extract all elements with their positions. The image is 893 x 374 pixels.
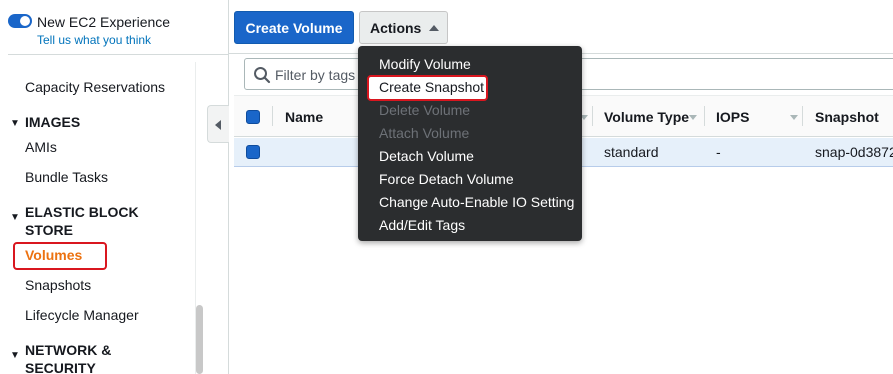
new-experience-toggle-wrap <box>8 12 32 28</box>
sidebar-scrollbar-thumb[interactable] <box>196 305 203 374</box>
ebs-heading-line1: ELASTIC BLOCK <box>25 204 139 220</box>
sidebar-section-label: IMAGES <box>25 114 81 130</box>
sidebar-item-snapshots[interactable]: Snapshots <box>25 277 91 293</box>
network-heading-line2: SECURITY <box>25 360 96 374</box>
sort-icon[interactable] <box>790 115 798 120</box>
column-header-volume-type[interactable]: Volume Type <box>604 109 689 125</box>
column-separator <box>704 106 705 126</box>
menu-item-add-edit-tags[interactable]: Add/Edit Tags <box>379 217 465 233</box>
caret-up-icon <box>429 24 440 31</box>
menu-item-create-snapshot[interactable]: Create Snapshot <box>379 79 484 95</box>
expand-triangle-icon: ▼ <box>10 350 20 361</box>
actions-label: Actions <box>370 19 422 36</box>
menu-item-attach-volume: Attach Volume <box>379 125 470 141</box>
filter-placeholder: Filter by tags a <box>275 67 367 83</box>
feedback-link[interactable]: Tell us what you think <box>37 33 151 47</box>
ebs-heading-line2: STORE <box>25 222 73 238</box>
actions-button[interactable]: Actions <box>359 11 448 44</box>
cell-volume-type: standard <box>604 144 659 160</box>
new-experience-label: New EC2 Experience <box>37 14 171 30</box>
sidebar-section-ebs[interactable]: ▼ ELASTIC BLOCK STORE <box>10 203 139 239</box>
column-header-snapshot[interactable]: Snapshot <box>815 109 879 125</box>
menu-item-delete-volume: Delete Volume <box>379 102 471 118</box>
sidebar-item-amis[interactable]: AMIs <box>25 139 57 155</box>
cell-snapshot: snap-0d38721 <box>815 144 893 160</box>
sidebar-item-volumes[interactable]: Volumes <box>25 247 82 263</box>
actions-menu: Modify Volume Create Snapshot Delete Vol… <box>358 46 582 241</box>
expand-triangle-icon: ▼ <box>10 118 20 129</box>
menu-item-force-detach-volume[interactable]: Force Detach Volume <box>379 171 514 187</box>
network-heading-line1: NETWORK & <box>25 342 112 358</box>
column-separator <box>802 106 803 126</box>
search-icon <box>254 67 271 84</box>
sidebar-section-label: ELASTIC BLOCK STORE <box>25 203 139 239</box>
cell-iops: - <box>716 144 721 160</box>
row-checkbox[interactable] <box>246 145 260 159</box>
create-volume-button[interactable]: Create Volume <box>234 11 354 44</box>
menu-item-detach-volume[interactable]: Detach Volume <box>379 148 474 164</box>
menu-item-modify-volume[interactable]: Modify Volume <box>379 56 471 72</box>
sidebar-divider <box>8 54 228 55</box>
column-separator <box>592 106 593 126</box>
sidebar-item-lifecycle-manager[interactable]: Lifecycle Manager <box>25 307 139 323</box>
expand-triangle-icon: ▼ <box>10 212 20 223</box>
column-separator <box>272 106 273 126</box>
select-all-checkbox[interactable] <box>246 110 260 124</box>
column-header-iops[interactable]: IOPS <box>716 109 749 125</box>
menu-item-change-auto-enable-io[interactable]: Change Auto-Enable IO Setting <box>379 194 574 210</box>
collapse-sidebar-button[interactable] <box>207 105 229 143</box>
sidebar-section-images[interactable]: ▼ IMAGES <box>10 113 80 133</box>
sidebar-item-capacity-reservations[interactable]: Capacity Reservations <box>25 79 165 95</box>
chevron-left-icon <box>215 120 221 130</box>
new-experience-toggle[interactable] <box>8 14 32 28</box>
column-header-name[interactable]: Name <box>285 109 323 125</box>
sidebar-item-bundle-tasks[interactable]: Bundle Tasks <box>25 169 108 185</box>
sidebar: New EC2 Experience Tell us what you thin… <box>0 0 229 374</box>
sidebar-section-network[interactable]: ▼ NETWORK & SECURITY <box>10 341 111 374</box>
sort-icon[interactable] <box>689 115 697 120</box>
sidebar-section-label: NETWORK & SECURITY <box>25 341 111 374</box>
